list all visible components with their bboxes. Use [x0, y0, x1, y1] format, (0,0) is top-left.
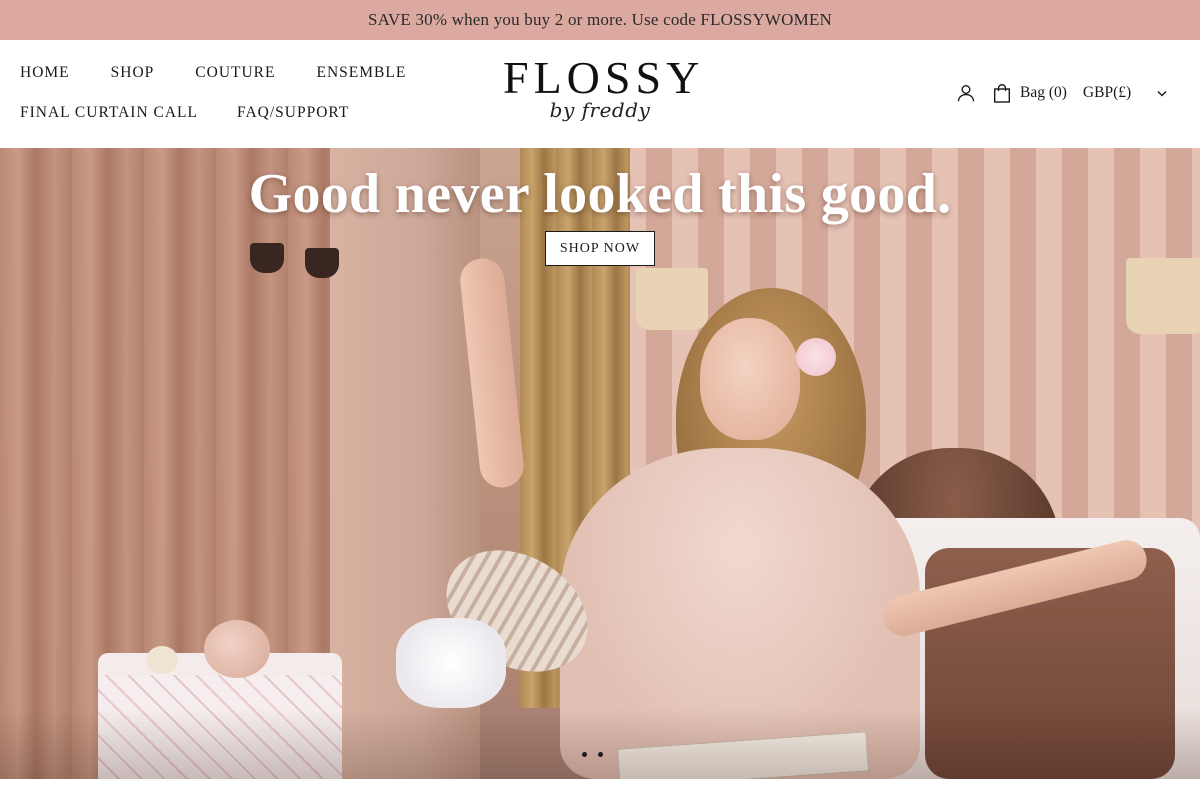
announcement-text: SAVE 30% when you buy 2 or more. Use cod…	[367, 10, 833, 29]
nav-item-final-curtain-call[interactable]: FINAL CURTAIN CALL	[20, 104, 198, 122]
nav-item-home[interactable]: HOME	[20, 64, 70, 82]
site-logo[interactable]: FLOSSY by freddy	[503, 52, 705, 130]
nav-item-ensemble[interactable]: ENSEMBLE	[316, 64, 406, 82]
carousel-dot[interactable]	[582, 752, 587, 757]
nav-item-faq-support[interactable]: FAQ/SUPPORT	[237, 104, 349, 122]
nav-row-secondary: FINAL CURTAIN CALL FAQ/SUPPORT	[20, 104, 388, 122]
nav-row-primary: HOME SHOP COUTURE ENSEMBLE	[20, 64, 447, 82]
shop-now-button[interactable]: SHOP NOW	[545, 231, 655, 266]
currency-selector[interactable]: GBP(£)	[1083, 84, 1169, 102]
hero-title: Good never looked this good.	[248, 163, 952, 225]
announcement-bar: SAVE 30% when you buy 2 or more. Use cod…	[0, 0, 1200, 40]
user-icon[interactable]	[956, 83, 976, 103]
site-header: HOME SHOP COUTURE ENSEMBLE FINAL CURTAIN…	[0, 40, 1200, 148]
chevron-down-icon	[1155, 86, 1169, 100]
bag-label: Bag (0)	[1020, 84, 1067, 101]
logo-wordmark: FLOSSY	[503, 52, 705, 103]
currency-value: GBP(£)	[1082, 84, 1132, 101]
nav-item-couture[interactable]: COUTURE	[195, 64, 275, 82]
header-utilities: Bag (0) GBP(£)	[956, 83, 1169, 103]
page-content-start	[0, 779, 1200, 800]
nav-item-shop[interactable]: SHOP	[111, 64, 155, 82]
shopping-bag-icon	[992, 83, 1012, 103]
hero-banner: Good never looked this good. SHOP NOW	[0, 148, 1200, 779]
bag-button[interactable]: Bag (0)	[992, 83, 1067, 103]
carousel-dots	[582, 752, 603, 757]
carousel-dot[interactable]	[598, 752, 603, 757]
